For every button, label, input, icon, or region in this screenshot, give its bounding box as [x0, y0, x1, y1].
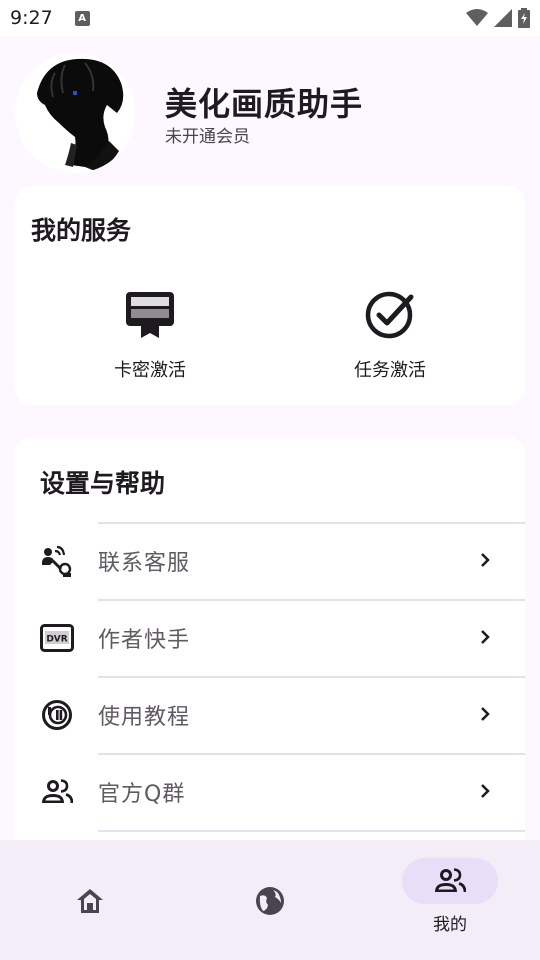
- settings-card: 设置与帮助 联系客服 DVR 作者快手 使用教程 官方Q群: [15, 437, 525, 867]
- dvr-icon: DVR: [40, 621, 74, 655]
- service-label: 卡密激活: [114, 360, 186, 381]
- settings-list: 联系客服 DVR 作者快手 使用教程 官方Q群: [15, 522, 525, 832]
- services-card: 我的服务 卡密激活 任务激活: [15, 186, 525, 405]
- divider: [98, 599, 525, 601]
- avatar[interactable]: [15, 53, 135, 173]
- contact-support-icon: [40, 544, 74, 578]
- services-title: 我的服务: [31, 216, 132, 245]
- check-circle-icon: [362, 286, 418, 342]
- chevron-right-icon: [475, 627, 495, 647]
- divider: [98, 830, 525, 832]
- svg-text:DVR: DVR: [46, 635, 67, 645]
- settings-row-label: 作者快手: [98, 628, 191, 653]
- divider: [98, 522, 525, 524]
- globe-icon: [222, 878, 318, 924]
- nav-item-mine[interactable]: 我的: [402, 858, 498, 938]
- settings-title: 设置与帮助: [40, 469, 166, 498]
- home-icon: [42, 878, 138, 924]
- profile-header: 美化画质助手 未开通会员: [0, 36, 540, 186]
- chevron-right-icon: [475, 781, 495, 801]
- service-card-key-activation[interactable]: 卡密激活: [80, 286, 220, 382]
- status-icons: [466, 8, 530, 28]
- tutorial-icon: [40, 698, 74, 732]
- battery-icon: [518, 8, 530, 28]
- settings-row-label: 使用教程: [98, 705, 191, 730]
- settings-row-official-qq-group[interactable]: 官方Q群: [15, 753, 525, 830]
- accessibility-indicator-icon: A: [74, 10, 90, 26]
- wifi-icon: [466, 9, 488, 26]
- service-label: 任务激活: [354, 360, 426, 381]
- settings-row-contact-support[interactable]: 联系客服: [15, 522, 525, 599]
- nav-item-home[interactable]: [42, 858, 138, 938]
- chevron-right-icon: [475, 704, 495, 724]
- card-key-icon: [122, 286, 178, 342]
- signal-icon: [494, 9, 512, 27]
- nav-item-explore[interactable]: [222, 858, 318, 938]
- divider: [98, 753, 525, 755]
- settings-row-author-kuaishou[interactable]: DVR 作者快手: [15, 599, 525, 676]
- app-name: 美化画质助手: [165, 85, 364, 123]
- people-icon: [402, 858, 498, 904]
- bottom-navigation: 我的: [0, 840, 540, 960]
- member-status: 未开通会员: [165, 127, 250, 147]
- service-task-activation[interactable]: 任务激活: [320, 286, 460, 382]
- settings-row-tutorial[interactable]: 使用教程: [15, 676, 525, 753]
- divider: [98, 676, 525, 678]
- group-icon: [40, 775, 74, 809]
- status-time: 9:27: [10, 7, 53, 29]
- nav-label: 我的: [433, 915, 467, 935]
- settings-row-label: 官方Q群: [98, 782, 186, 807]
- chevron-right-icon: [475, 550, 495, 570]
- settings-row-label: 联系客服: [98, 551, 191, 576]
- status-bar: 9:27 A: [0, 0, 540, 36]
- avatar-image: [15, 53, 135, 173]
